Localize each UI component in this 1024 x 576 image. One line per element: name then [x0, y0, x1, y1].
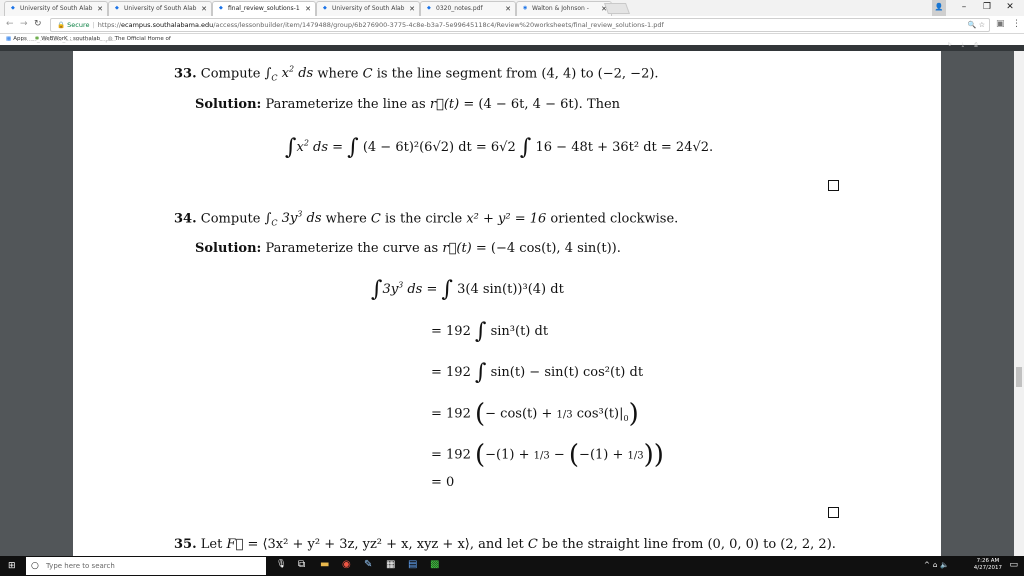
tab-favicon-icon: ◆ [11, 5, 15, 11]
menu-icon[interactable]: ⋮ [1012, 19, 1021, 29]
tab-favicon-icon: ◆ [115, 5, 119, 11]
zoom-icon[interactable]: 🔍 [968, 21, 977, 29]
new-tab-button[interactable] [603, 3, 631, 14]
omnibox-actions: 🔍 ☆ [968, 19, 985, 31]
back-icon[interactable]: ← [6, 19, 14, 29]
qed-box [828, 180, 839, 191]
pdf-title: final_review_solutions-1.pdf [22, 40, 117, 46]
volume-icon[interactable]: 🔈 [940, 561, 952, 569]
tab-favicon-icon: ◆ [323, 5, 327, 11]
notification-icon[interactable]: ▭ [1009, 560, 1018, 570]
pdf-page: 33. Compute ∫C x2 ds where C is the line… [73, 51, 941, 556]
download-icon[interactable]: ⤓ [962, 42, 974, 48]
bookmarks-bar: ▦ Apps ✱ WeBWorK : southalab ◍ The Official… [0, 34, 1024, 45]
address-row: ← → ↻ 🔒 Secure | https://ecampus.southalab… [0, 16, 1024, 34]
user-profile-icon[interactable]: 👤 [932, 0, 946, 16]
spreadsheet-icon[interactable]: ▩ [430, 559, 439, 570]
extension-icon[interactable]: ▣ [996, 19, 1005, 29]
equation-34-line3: = 192 ∫ sin(t) − sin(t) cos²(t) dt [431, 360, 644, 385]
secure-label: Secure [67, 21, 90, 29]
tab-favicon-icon: ◆ [427, 5, 431, 11]
maximize-button[interactable]: ❐ [978, 0, 996, 16]
file-explorer-icon[interactable]: ▬ [320, 559, 329, 570]
equation-34-line4: = 192 (− cos(t) + 1/3 cos³(t)|0) [431, 399, 639, 429]
url-path: /access/lessonbuilder/item/1479488/group… [213, 21, 664, 29]
url-host: ecampus.southalabama.edu [121, 21, 214, 29]
print-icon[interactable]: ⎙ [974, 42, 988, 48]
search-icon: ○ [31, 561, 39, 571]
tab-close-icon[interactable]: ✕ [97, 5, 103, 13]
close-window-button[interactable]: ✕ [1001, 0, 1019, 16]
system-tray-icons: ^⌂🔈 [924, 561, 952, 569]
tab-close-icon[interactable]: ✕ [305, 5, 311, 13]
lock-icon: 🔒 [57, 21, 66, 29]
tab-final-review[interactable]: ◆ final_review_solutions-1 ✕ [212, 1, 316, 16]
qed-box [828, 507, 839, 518]
pdf-toolbar-icons: ↻⤓⎙ [948, 40, 988, 48]
tab-close-icon[interactable]: ✕ [201, 5, 207, 13]
tab-university-1[interactable]: ◆ University of South Alab ✕ [4, 1, 108, 16]
page-scrollbar[interactable] [1014, 51, 1024, 556]
calculator-icon[interactable]: ▦ [386, 559, 395, 570]
solution-33: Solution: Parameterize the line as r⃗(t)… [195, 97, 621, 112]
clock[interactable]: 7:26 AM 4/27/2017 [974, 558, 1002, 572]
tab-university-2[interactable]: ◆ University of South Alab ✕ [108, 1, 212, 16]
tab-close-icon[interactable]: ✕ [505, 5, 511, 13]
url-scheme: https:// [97, 21, 122, 29]
notes-icon[interactable]: ▤ [408, 559, 417, 570]
tab-walton-johnson[interactable]: ◉ Walton & Johnson - ✕ [516, 1, 612, 16]
problem-35: 35. Let F⃗ = ⟨3x² + y² + 3z, yz² + x, xy… [174, 537, 836, 552]
apps-grid-icon: ▦ [6, 36, 12, 42]
taskbar-search[interactable]: ○ Type here to search [26, 557, 266, 575]
scrollbar-thumb[interactable] [1016, 367, 1022, 387]
tab-university-3[interactable]: ◆ University of South Alab ✕ [316, 1, 420, 16]
windows-start-icon[interactable]: ⊞ [8, 561, 16, 571]
reload-icon[interactable]: ↻ [34, 19, 42, 29]
tab-strip: ◆ University of South Alab ✕ ◆ University … [0, 0, 1024, 16]
chrome-icon[interactable]: ◉ [342, 559, 351, 570]
problem-34: 34. Compute ∫C 3y3 ds where C is the cir… [174, 210, 679, 228]
pen-icon[interactable]: ✎ [364, 559, 372, 570]
tab-close-icon[interactable]: ✕ [409, 5, 415, 13]
problem-33: 33. Compute ∫C x2 ds where C is the line… [174, 65, 659, 83]
bookmark-star-icon[interactable]: ☆ [979, 21, 985, 29]
equation-33: ∫x2 ds = ∫ (4 − 6t)²(6√2) dt = 6√2 ∫ 16 … [285, 135, 714, 160]
forward-icon[interactable]: → [20, 19, 28, 29]
equation-34-line6: = 0 [431, 475, 455, 490]
address-bar[interactable]: 🔒 Secure | https://ecampus.southalabama.ed… [50, 18, 990, 32]
taskbar: ⊞ ○ Type here to search 🎙 ⧉ ▬ ◉ ✎ ▦ ▤ ▩ … [0, 556, 1024, 576]
equation-34-line2: = 192 ∫ sin³(t) dt [431, 319, 549, 344]
bookmark-official-home[interactable]: The Official Home of [115, 36, 171, 42]
minimize-button[interactable]: – [955, 0, 973, 16]
task-view-icon[interactable]: ⧉ [298, 559, 305, 570]
chevron-up-icon[interactable]: ^ [924, 561, 933, 569]
solution-34: Solution: Parameterize the curve as r⃗(t… [195, 241, 621, 256]
microphone-icon[interactable]: 🎙 [276, 559, 286, 568]
tab-favicon-icon: ◉ [523, 5, 528, 11]
tab-favicon-icon: ◆ [219, 5, 223, 11]
tab-notes-pdf[interactable]: ◆ 0320_notes.pdf ✕ [420, 1, 516, 16]
equation-34-line5: = 192 (−(1) + 1/3 − (−(1) + 1/3)) [431, 440, 664, 470]
equation-34-line1: ∫3y3 ds = ∫ 3(4 sin(t))³(4) dt [371, 277, 564, 302]
rotate-icon[interactable]: ↻ [948, 42, 962, 48]
